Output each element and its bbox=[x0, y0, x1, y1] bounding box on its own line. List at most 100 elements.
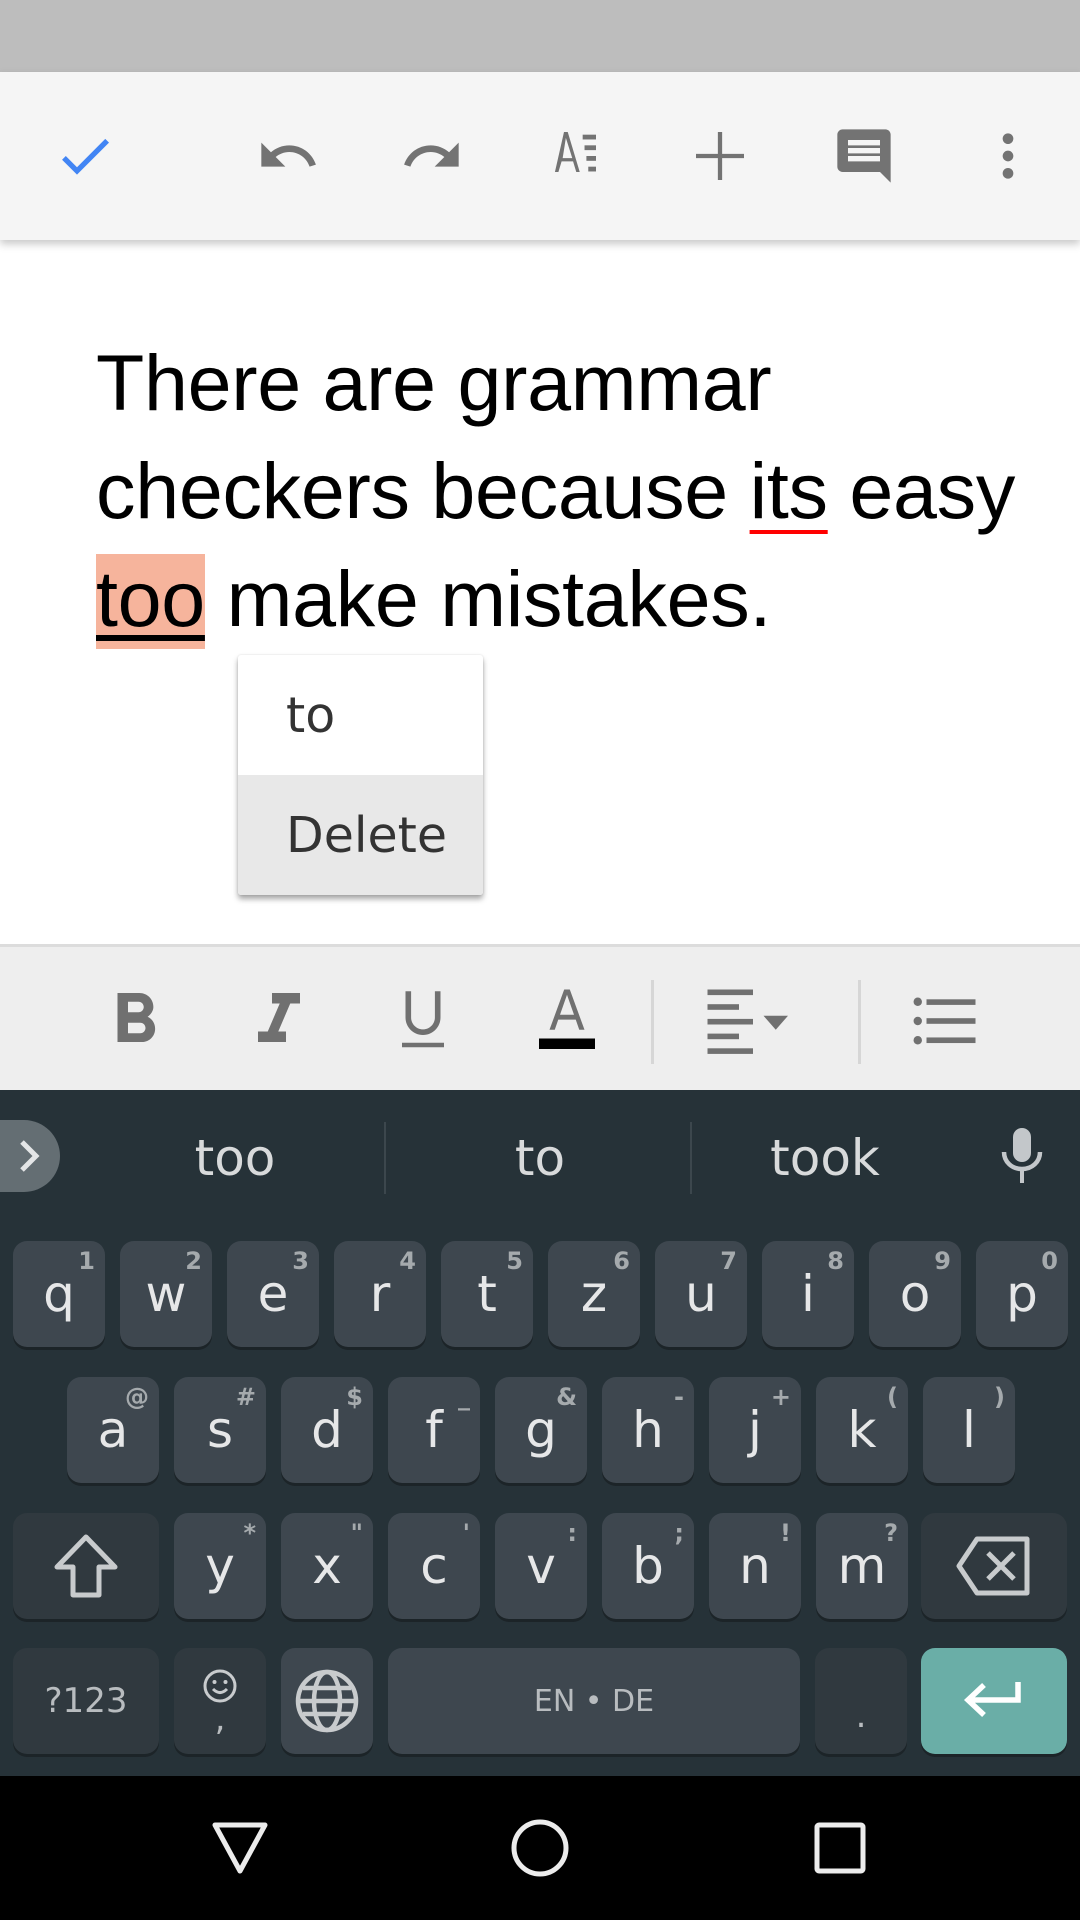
text-format-button[interactable] bbox=[533, 113, 619, 199]
enter-key[interactable] bbox=[921, 1648, 1067, 1754]
key-label: p bbox=[1006, 1265, 1038, 1323]
undo-icon bbox=[261, 142, 316, 167]
text-color-icon bbox=[539, 989, 595, 1049]
bold-icon bbox=[117, 993, 156, 1042]
suggestion-took[interactable]: took bbox=[690, 1110, 960, 1205]
done-button[interactable] bbox=[42, 113, 128, 199]
symbols-label: ?123 bbox=[44, 1681, 128, 1721]
key-hint: " bbox=[350, 1519, 363, 1547]
backspace-key[interactable] bbox=[921, 1513, 1067, 1619]
key-z[interactable]: z6 bbox=[548, 1241, 640, 1347]
text-color-swatch bbox=[539, 1038, 595, 1049]
key-hint: ( bbox=[887, 1383, 898, 1411]
shift-key[interactable] bbox=[13, 1513, 159, 1619]
home-button[interactable] bbox=[490, 1798, 590, 1898]
key-i[interactable]: i8 bbox=[762, 1241, 854, 1347]
key-label: l bbox=[962, 1401, 976, 1459]
document-paragraph[interactable]: There are grammar checkers because its e… bbox=[96, 329, 1056, 653]
grammar-error-word[interactable]: too bbox=[96, 554, 205, 649]
key-label: y bbox=[205, 1537, 235, 1595]
key-m[interactable]: m? bbox=[816, 1513, 908, 1619]
insert-button[interactable] bbox=[677, 113, 763, 199]
key-hint: 7 bbox=[720, 1247, 737, 1275]
text-color-button[interactable] bbox=[525, 979, 609, 1063]
comment-button[interactable] bbox=[821, 113, 907, 199]
key-hint: + bbox=[770, 1383, 791, 1411]
spelling-error-word[interactable]: its bbox=[750, 446, 828, 535]
suggestion-too[interactable]: too bbox=[90, 1110, 380, 1205]
key-x[interactable]: x " bbox=[281, 1513, 373, 1619]
key-v[interactable]: v: bbox=[495, 1513, 587, 1619]
language-key[interactable] bbox=[281, 1648, 373, 1754]
key-r[interactable]: r4 bbox=[334, 1241, 426, 1347]
chevron-down-icon bbox=[763, 1015, 788, 1030]
voice-input-button[interactable] bbox=[990, 1120, 1054, 1192]
key-k[interactable]: k( bbox=[816, 1377, 908, 1483]
back-icon bbox=[212, 1822, 268, 1874]
key-t[interactable]: t5 bbox=[441, 1241, 533, 1347]
key-hint: & bbox=[556, 1383, 577, 1411]
suggestion-delete[interactable]: Delete bbox=[238, 775, 483, 895]
period-key[interactable]: . bbox=[815, 1648, 907, 1754]
key-l[interactable]: l) bbox=[923, 1377, 1015, 1483]
more-options-button[interactable] bbox=[965, 113, 1051, 199]
comma-label: , bbox=[214, 1699, 226, 1739]
key-label: z bbox=[580, 1265, 608, 1323]
key-label: m bbox=[837, 1537, 887, 1595]
key-hint: $ bbox=[346, 1383, 363, 1411]
key-a[interactable]: a @ bbox=[67, 1377, 159, 1483]
bulleted-list-button[interactable] bbox=[902, 979, 986, 1063]
key-b[interactable]: b; bbox=[602, 1513, 694, 1619]
suggestion-replace-to[interactable]: to bbox=[238, 655, 483, 775]
redo-button[interactable] bbox=[389, 113, 475, 199]
key-q[interactable]: q1 bbox=[13, 1241, 105, 1347]
key-f[interactable]: f _ bbox=[388, 1377, 480, 1483]
key-p[interactable]: p0 bbox=[976, 1241, 1068, 1347]
key-w[interactable]: w2 bbox=[120, 1241, 212, 1347]
toolbar-divider bbox=[651, 980, 654, 1064]
format-toolbar bbox=[0, 944, 1080, 1090]
key-g[interactable]: g & bbox=[495, 1377, 587, 1483]
undo-button[interactable] bbox=[245, 113, 331, 199]
key-hint: ! bbox=[780, 1519, 791, 1547]
text-run: make mistakes. bbox=[204, 554, 772, 643]
back-button[interactable] bbox=[190, 1798, 290, 1898]
emoji-comma-key[interactable]: , bbox=[174, 1648, 266, 1754]
suggestion-popup: to Delete bbox=[238, 655, 483, 895]
key-n[interactable]: n! bbox=[709, 1513, 801, 1619]
align-dropdown-button[interactable] bbox=[700, 979, 820, 1063]
underline-button[interactable] bbox=[381, 979, 465, 1063]
key-e[interactable]: e3 bbox=[227, 1241, 319, 1347]
space-key[interactable]: EN • DE bbox=[388, 1648, 800, 1754]
document-canvas[interactable]: There are grammar checkers because its e… bbox=[0, 240, 1080, 944]
key-label: r bbox=[369, 1265, 391, 1323]
comment-icon bbox=[837, 129, 891, 183]
recents-icon bbox=[814, 1822, 866, 1874]
bold-button[interactable] bbox=[93, 979, 177, 1063]
key-label: f bbox=[425, 1401, 443, 1459]
symbols-key[interactable]: ?123 bbox=[13, 1648, 159, 1754]
italic-button[interactable] bbox=[237, 979, 321, 1063]
key-s[interactable]: s # bbox=[174, 1377, 266, 1483]
expand-toolbar-button[interactable] bbox=[0, 1120, 60, 1192]
key-label: k bbox=[847, 1401, 877, 1459]
key-label: v bbox=[526, 1537, 556, 1595]
key-j[interactable]: j + bbox=[709, 1377, 801, 1483]
suggestion-divider bbox=[384, 1122, 386, 1194]
more-vert-icon bbox=[1002, 133, 1014, 179]
status-bar bbox=[0, 0, 1080, 72]
toolbar-divider bbox=[858, 980, 861, 1064]
key-label: t bbox=[477, 1265, 497, 1323]
key-hint: 9 bbox=[934, 1247, 951, 1275]
suggestion-to[interactable]: to bbox=[390, 1110, 690, 1205]
key-u[interactable]: u7 bbox=[655, 1241, 747, 1347]
key-d[interactable]: d $ bbox=[281, 1377, 373, 1483]
key-h[interactable]: h- bbox=[602, 1377, 694, 1483]
chevron-right-icon bbox=[20, 1140, 40, 1172]
key-o[interactable]: o9 bbox=[869, 1241, 961, 1347]
key-label: g bbox=[525, 1401, 557, 1459]
recents-button[interactable] bbox=[790, 1798, 890, 1898]
key-y[interactable]: y * bbox=[174, 1513, 266, 1619]
key-c[interactable]: c ' bbox=[388, 1513, 480, 1619]
globe-icon bbox=[295, 1669, 359, 1733]
